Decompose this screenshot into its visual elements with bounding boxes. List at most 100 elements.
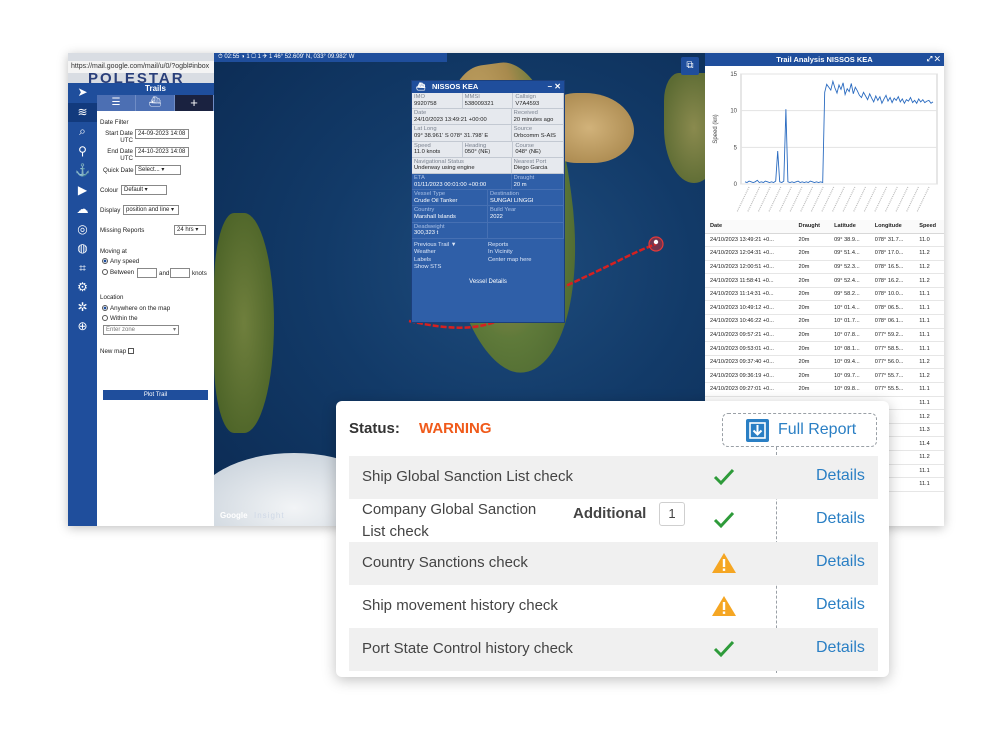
deadweight-value: 300,323 t — [414, 230, 439, 237]
x-tick-label — [916, 186, 930, 213]
details-link[interactable]: Details — [816, 639, 865, 657]
column-header[interactable]: Draught — [793, 220, 830, 234]
table-cell: 078° 31.7... — [869, 233, 915, 248]
x-tick-label — [747, 186, 761, 213]
x-tick-label — [778, 186, 792, 213]
minimize-close-icon[interactable]: – ✕ — [548, 81, 561, 93]
vessel-name: NISSOS KEA — [432, 82, 479, 91]
start-date-input[interactable]: 24-09-2023 14:08 — [135, 129, 189, 139]
details-link[interactable]: Details — [816, 467, 865, 485]
cloud-icon[interactable]: ☁ — [68, 200, 97, 220]
colour-select[interactable]: Default ▾ — [121, 185, 167, 195]
within-radio[interactable] — [102, 315, 108, 322]
details-link[interactable]: Details — [816, 596, 865, 614]
compass-icon[interactable]: ✲ — [68, 298, 97, 318]
table-cell: 20m — [793, 246, 830, 261]
vessel-type-value: Crude Oil Tanker — [414, 197, 458, 204]
ship-icon[interactable]: ⛴ — [136, 95, 175, 111]
source-value: Orbcomm S-AIS — [513, 132, 556, 139]
anchor-icon[interactable]: ⚓ — [68, 161, 97, 181]
x-tick-label — [895, 186, 909, 213]
quick-date-select[interactable]: Select... ▾ — [135, 165, 181, 175]
new-map-option[interactable]: New map — [100, 348, 134, 355]
table-row[interactable]: 24/10/2023 11:14:31 +0... 20m 09° 58.2... 0… — [705, 287, 944, 302]
zone-input[interactable]: Enter zone ▾ — [103, 325, 179, 335]
table-cell: 24/10/2023 09:37:40 +0... — [705, 355, 794, 370]
missing-reports-select[interactable]: 24 hrs ▾ — [174, 225, 206, 235]
speed-min-input[interactable] — [137, 268, 157, 278]
list-icon[interactable]: ☰ — [97, 95, 136, 111]
details-link[interactable]: Details — [816, 510, 865, 528]
x-tick-label — [799, 186, 814, 213]
add-icon[interactable]: + — [175, 95, 214, 111]
colour-value: Default — [124, 187, 144, 193]
column-header[interactable]: Date — [705, 220, 794, 234]
table-cell: 11.2 — [914, 355, 944, 370]
table-cell: 078° 16.2... — [869, 273, 915, 288]
any-speed-radio[interactable] — [102, 258, 108, 265]
table-cell: 24/10/2023 09:53:01 +0... — [705, 341, 794, 356]
gear-icon[interactable]: ⚙ — [68, 278, 97, 298]
missing-reports-label: Missing Reports — [100, 227, 145, 234]
details-link[interactable]: Details — [816, 553, 865, 571]
table-row[interactable]: 24/10/2023 09:57:21 +0... 20m 10° 07.8... 0… — [705, 328, 944, 343]
anywhere-radio[interactable] — [102, 305, 108, 312]
table-cell: 24/10/2023 13:49:21 +0... — [705, 233, 794, 248]
course-label: Course — [515, 142, 535, 149]
column-header[interactable]: Speed — [914, 220, 944, 234]
link-center-map[interactable]: Center map here — [488, 257, 562, 265]
speed-max-input[interactable] — [170, 268, 190, 278]
column-header[interactable]: Longitude — [869, 220, 915, 234]
pin-icon[interactable]: ⚲ — [68, 142, 97, 162]
trails-icon[interactable]: ≋ — [68, 102, 97, 122]
end-date-input[interactable]: 24-10-2023 14:08 — [135, 147, 189, 157]
table-row[interactable]: 24/10/2023 09:37:40 +0... 20m 10° 09.4... 0… — [705, 355, 944, 370]
full-report-button[interactable]: Full Report — [722, 413, 877, 447]
table-row[interactable]: 24/10/2023 09:36:19 +0... 20m 10° 09.7... 0… — [705, 368, 944, 384]
between-radio[interactable] — [102, 269, 108, 276]
navigate-icon[interactable]: ➤ — [68, 83, 97, 103]
column-header[interactable]: Latitude — [829, 220, 870, 234]
link-show-sts[interactable]: Show STS — [414, 264, 488, 272]
table-row[interactable]: 24/10/2023 12:04:31 +0... 20m 09° 51.4... 0… — [705, 246, 944, 261]
vessel-details-button[interactable]: Vessel Details — [412, 275, 564, 285]
table-row[interactable]: 24/10/2023 09:53:01 +0... 20m 10° 08.1... 0… — [705, 341, 944, 356]
table-row[interactable]: 24/10/2023 11:58:41 +0... 20m 09° 52.4... 0… — [705, 273, 944, 288]
table-cell: 11.2 — [914, 260, 944, 275]
play-icon[interactable]: ▶ — [68, 181, 97, 201]
between-option[interactable]: Between — [102, 269, 134, 276]
anywhere-option[interactable]: Anywhere on the map — [102, 305, 170, 312]
check-row-country-sanctions: Country Sanctions check Details — [349, 542, 878, 585]
plot-trail-button[interactable]: Plot Trail — [103, 390, 208, 400]
any-speed-option[interactable]: Any speed — [102, 258, 139, 265]
link-reports[interactable]: Reports — [488, 242, 562, 250]
within-option[interactable]: Within the — [102, 315, 138, 322]
table-row[interactable]: 24/10/2023 10:49:12 +0... 20m 10° 01.4... 0… — [705, 300, 944, 316]
layers-icon[interactable]: ⧉ — [681, 57, 699, 75]
display-select[interactable]: position and line ▾ — [123, 205, 179, 215]
link-labels[interactable]: Labels — [414, 257, 488, 265]
latlong-value: 09° 38.961' S 078° 31.798' E — [414, 132, 489, 139]
table-row[interactable]: 24/10/2023 12:00:51 +0... 20m 09° 52.3... 0… — [705, 260, 944, 275]
table-row[interactable]: 24/10/2023 09:27:01 +0... 20m 10° 09.8... 0… — [705, 382, 944, 397]
link-weather[interactable]: Weather — [414, 249, 488, 257]
deadweight-label: Deadweight — [414, 223, 445, 230]
globe-icon[interactable]: ◍ — [68, 239, 97, 259]
frame-icon[interactable]: ⌗ — [68, 259, 97, 279]
check-pass-icon — [713, 511, 735, 529]
additional-count-badge[interactable]: 1 — [659, 502, 685, 526]
table-row[interactable]: 24/10/2023 13:49:21 +0... 20m 09° 38.9... 0… — [705, 233, 944, 248]
missing-reports-value: 24 hrs — [177, 227, 194, 233]
link-previous-trail[interactable]: Previous Trail ▼ — [414, 242, 488, 250]
link-in-vicinity[interactable]: In Vicinity — [488, 249, 562, 257]
search-icon[interactable]: ⌕ — [68, 122, 97, 142]
y-tick-label: 15 — [730, 72, 737, 78]
expand-close-icon[interactable]: ⤢ ✕ — [927, 53, 940, 66]
latlong-label: Lat Long — [414, 126, 437, 133]
x-tick-label — [863, 186, 877, 213]
zoom-icon[interactable]: ⊕ — [68, 317, 97, 337]
table-row[interactable]: 24/10/2023 10:46:22 +0... 20m 10° 01.7... 0… — [705, 314, 944, 329]
target-icon[interactable]: ◎ — [68, 220, 97, 240]
eta-value: 01/11/2023 00:01:00 +00:00 — [414, 181, 487, 188]
new-map-checkbox[interactable] — [127, 348, 134, 355]
